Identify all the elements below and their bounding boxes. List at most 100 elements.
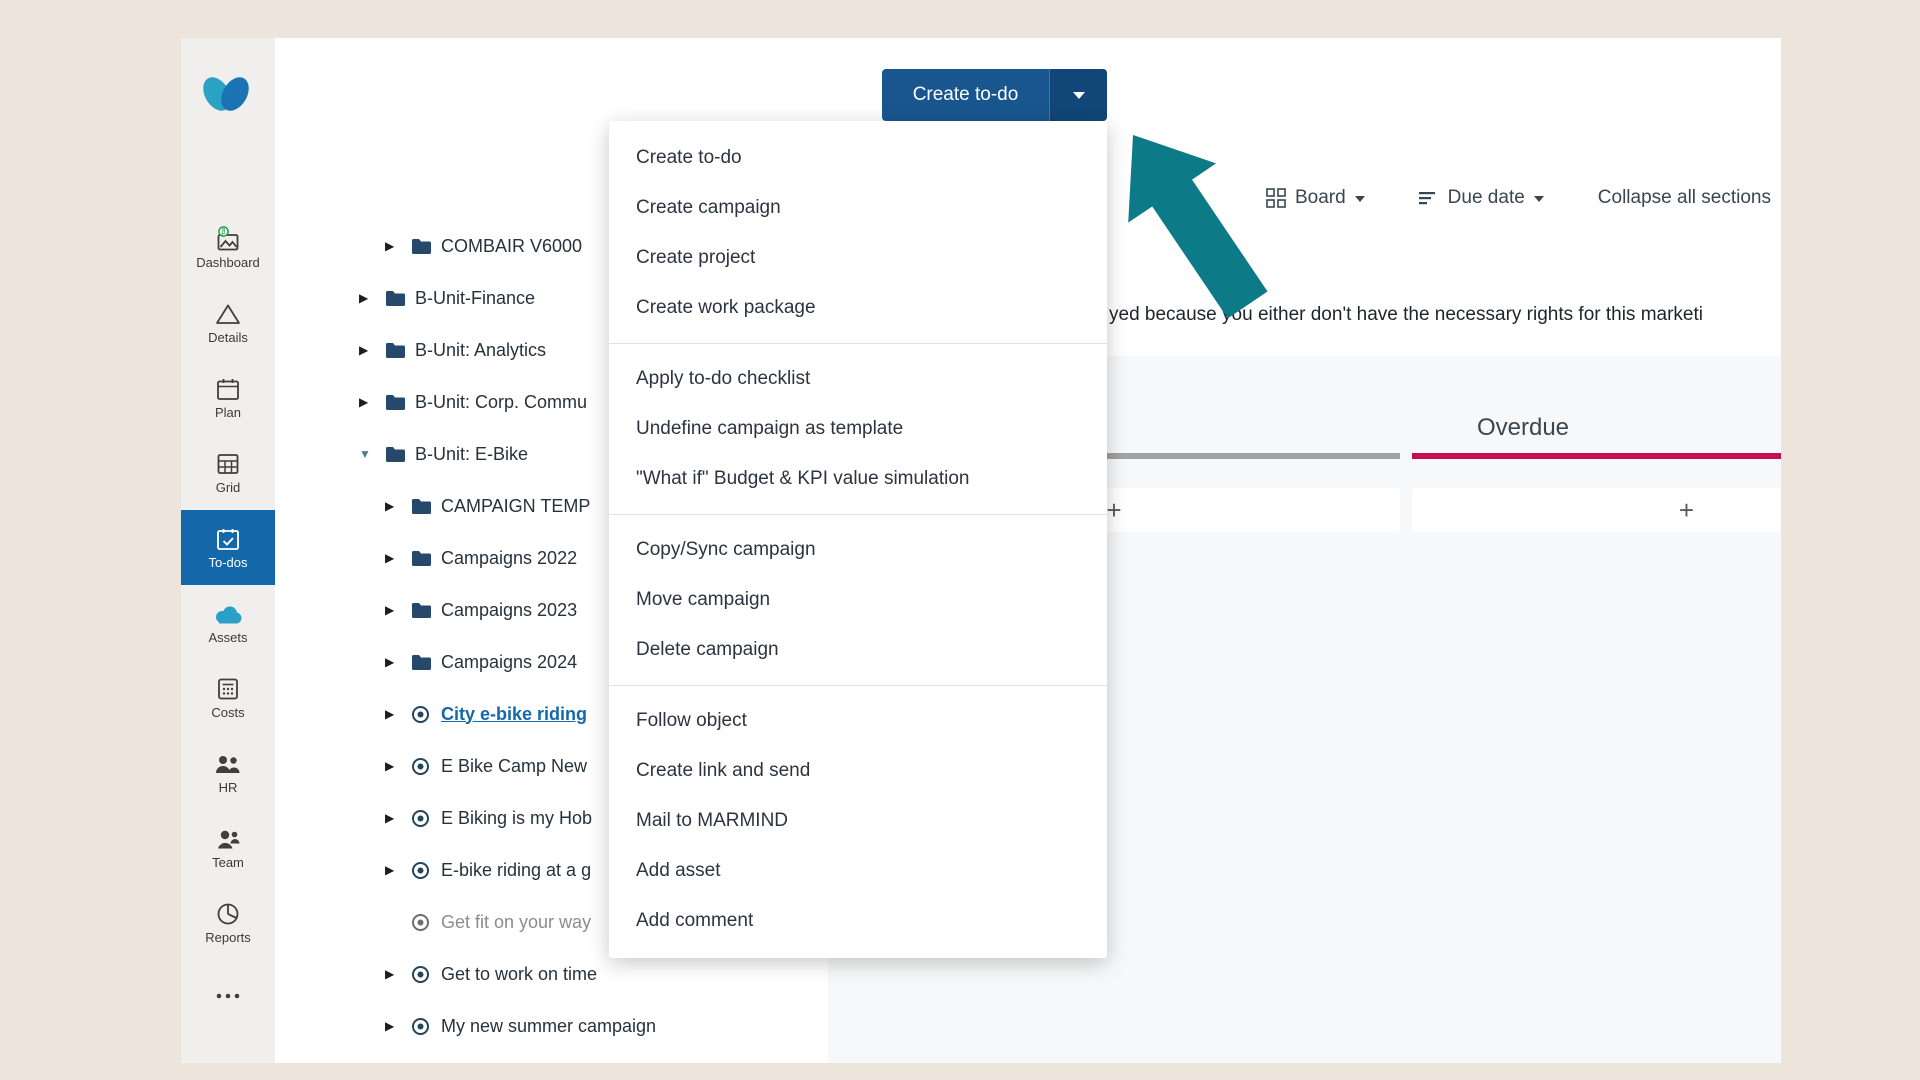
people-group-icon xyxy=(214,750,242,778)
menu-item-add-asset[interactable]: Add asset xyxy=(609,846,1107,896)
menu-item-create-work-package[interactable]: Create work package xyxy=(609,283,1107,333)
sidebar-item-grid[interactable]: Grid xyxy=(181,435,275,510)
add-card-button[interactable]: + xyxy=(1412,488,1781,532)
tree-item-label: CAMPAIGN TEMP xyxy=(441,496,590,517)
chevron-right-icon[interactable] xyxy=(385,707,411,721)
sidebar-item-costs[interactable]: Costs xyxy=(181,660,275,735)
menu-item-create-link-and-send[interactable]: Create link and send xyxy=(609,746,1107,796)
sidebar-item-plan[interactable]: Plan xyxy=(181,360,275,435)
triangle-icon xyxy=(215,300,241,328)
menu-item-create-campaign[interactable]: Create campaign xyxy=(609,183,1107,233)
folder-icon xyxy=(411,602,441,619)
chevron-right-icon[interactable] xyxy=(385,239,411,253)
team-icon xyxy=(215,825,241,853)
chevron-down-icon xyxy=(1355,196,1365,202)
chevron-right-icon[interactable] xyxy=(359,395,385,409)
sidebar-item-reports[interactable]: Reports xyxy=(181,885,275,960)
chevron-right-icon[interactable] xyxy=(385,759,411,773)
calendar-icon xyxy=(216,375,240,403)
sidebar-item-assets[interactable]: Assets xyxy=(181,585,275,660)
sidebar: β Dashboard Details xyxy=(181,38,275,1063)
folder-icon xyxy=(411,550,441,567)
sidebar-item-label: Details xyxy=(208,331,248,345)
plus-icon: + xyxy=(1106,488,1121,532)
chevron-right-icon[interactable] xyxy=(385,811,411,825)
sidebar-item-todos[interactable]: To-dos xyxy=(181,510,275,585)
tree-item-label: My new summer campaign xyxy=(441,1016,656,1037)
chevron-right-icon[interactable] xyxy=(385,967,411,981)
folder-icon xyxy=(411,498,441,515)
tree-item-label: City e-bike riding xyxy=(441,704,587,725)
tree-item-label: Get fit on your way xyxy=(441,912,591,933)
sidebar-item-label: Dashboard xyxy=(196,256,260,270)
menu-item-move-campaign[interactable]: Move campaign xyxy=(609,575,1107,625)
chevron-right-icon[interactable] xyxy=(385,863,411,877)
menu-divider xyxy=(609,685,1107,686)
calculator-icon xyxy=(216,675,240,703)
sidebar-item-hr[interactable]: HR xyxy=(181,735,275,810)
sidebar-nav: β Dashboard Details xyxy=(181,210,275,1035)
menu-item-undefine-campaign-template[interactable]: Undefine campaign as template xyxy=(609,404,1107,454)
chevron-right-icon[interactable] xyxy=(385,1019,411,1033)
view-selector-label: Board xyxy=(1295,187,1346,209)
app-window: β Dashboard Details xyxy=(181,38,1781,1063)
target-icon xyxy=(411,757,441,776)
target-icon xyxy=(411,913,441,932)
menu-item-follow-object[interactable]: Follow object xyxy=(609,696,1107,746)
chevron-right-icon[interactable] xyxy=(359,291,385,305)
sidebar-item-label: Grid xyxy=(216,481,241,495)
sidebar-item-dashboard[interactable]: β Dashboard xyxy=(181,210,275,285)
folder-icon xyxy=(411,238,441,255)
menu-item-what-if-simulation[interactable]: "What if" Budget & KPI value simulation xyxy=(609,454,1107,504)
tree-item-label: COMBAIR V6000 xyxy=(441,236,582,257)
target-icon xyxy=(411,809,441,828)
menu-item-apply-todo-checklist[interactable]: Apply to-do checklist xyxy=(609,354,1107,404)
target-icon xyxy=(411,861,441,880)
menu-item-delete-campaign[interactable]: Delete campaign xyxy=(609,625,1107,675)
sidebar-item-team[interactable]: Team xyxy=(181,810,275,885)
folder-icon xyxy=(411,654,441,671)
chevron-right-icon[interactable] xyxy=(385,551,411,565)
target-icon xyxy=(411,965,441,984)
menu-item-mail-to-marmind[interactable]: Mail to MARMIND xyxy=(609,796,1107,846)
chevron-down-icon[interactable] xyxy=(359,447,385,461)
sidebar-item-label: Costs xyxy=(211,706,244,720)
dashboard-image-icon: β xyxy=(215,225,241,253)
create-menu-toggle[interactable] xyxy=(1049,69,1107,121)
sidebar-item-details[interactable]: Details xyxy=(181,285,275,360)
sidebar-item-label: Plan xyxy=(215,406,241,420)
menu-item-add-comment[interactable]: Add comment xyxy=(609,896,1107,946)
create-dropdown-menu: Create to-do Create campaign Create proj… xyxy=(609,121,1107,958)
sidebar-item-more[interactable] xyxy=(181,960,275,1035)
tree-item-label: E Bike Camp New xyxy=(441,756,587,777)
pie-chart-icon xyxy=(216,900,240,928)
board-toolbar: Board Due date Collapse all sections xyxy=(1266,176,1771,220)
sidebar-item-label: Assets xyxy=(208,631,247,645)
chevron-down-icon xyxy=(1534,196,1544,202)
todos-calendar-check-icon xyxy=(216,525,240,553)
sort-label: Due date xyxy=(1448,187,1525,209)
menu-item-copy-sync-campaign[interactable]: Copy/Sync campaign xyxy=(609,525,1107,575)
menu-item-create-todo[interactable]: Create to-do xyxy=(609,133,1107,183)
chevron-right-icon[interactable] xyxy=(385,603,411,617)
collapse-all-sections-button[interactable]: Collapse all sections xyxy=(1598,187,1771,209)
create-todo-button[interactable]: Create to-do xyxy=(882,69,1049,121)
tree-item[interactable]: My new summer campaign xyxy=(275,1000,828,1052)
tree-item-label: B-Unit-Finance xyxy=(415,288,535,309)
chevron-right-icon[interactable] xyxy=(385,499,411,513)
folder-icon xyxy=(385,394,415,411)
tree-item-label: Get to work on time xyxy=(441,964,597,985)
view-selector-board[interactable]: Board xyxy=(1266,187,1365,209)
sort-by-due-date[interactable]: Due date xyxy=(1419,187,1544,209)
tree-item-label: B-Unit: E-Bike xyxy=(415,444,528,465)
menu-divider xyxy=(609,343,1107,344)
more-dots-icon xyxy=(215,982,241,1010)
chevron-right-icon[interactable] xyxy=(385,655,411,669)
board-grid-icon xyxy=(1266,188,1286,208)
create-todo-split-button: Create to-do xyxy=(882,69,1107,121)
menu-item-create-project[interactable]: Create project xyxy=(609,233,1107,283)
overdue-column-title: Overdue xyxy=(1423,414,1623,442)
chevron-right-icon[interactable] xyxy=(359,343,385,357)
svg-text:β: β xyxy=(221,227,226,236)
sidebar-item-label: Reports xyxy=(205,931,251,945)
